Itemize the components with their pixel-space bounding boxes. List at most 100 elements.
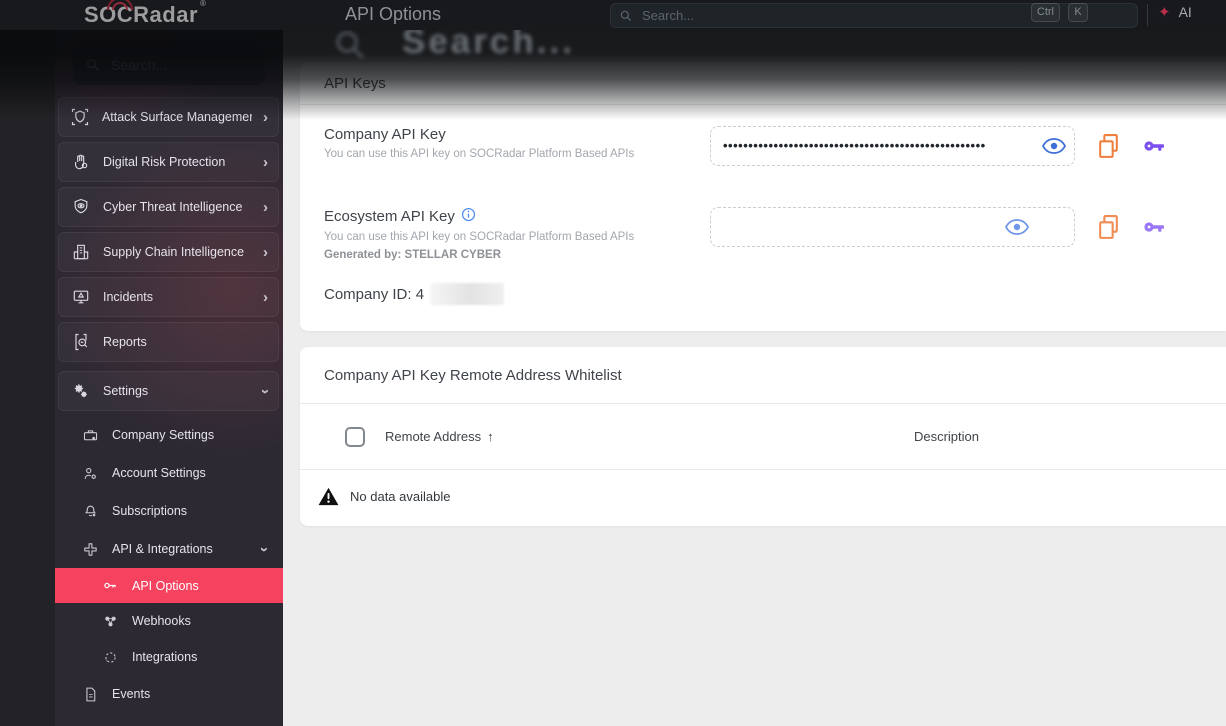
sidebar-item-label: Attack Surface Management [101,110,252,124]
key-icon [99,577,121,594]
generated-by-label: Generated by: STELLAR CYBER [324,249,501,261]
hand-icon [70,152,92,172]
sidebar-item-label: Reports [103,335,147,349]
reveal-eye-icon[interactable] [1004,218,1030,237]
chevron-down-icon: › [256,546,273,552]
chevron-right-icon: › [263,243,268,261]
main-content: API Keys Company API Key You can use thi… [283,0,1226,726]
sidebar-item-label: API & Integrations [112,542,213,556]
chevron-right-icon: › [263,288,268,306]
remote-address-column-header[interactable]: Remote Address ↑ [385,429,494,444]
sync-circle-icon [99,649,121,666]
shield-target-icon [70,107,91,127]
sidebar-item-label: Subscriptions [112,504,188,518]
key-action-icon[interactable] [1142,215,1168,239]
chevron-right-icon: › [263,153,268,171]
empty-state-row: No data available [300,470,1226,526]
sidebar-search-placeholder: Search... [111,57,168,73]
company-api-key-description: You can use this API key on SOCRadar Pla… [324,148,635,160]
copy-icon[interactable] [1096,133,1121,160]
key-action-icon[interactable] [1142,134,1168,158]
ecosystem-api-key-label: Ecosystem API Key [324,208,455,225]
api-keys-card: API Keys Company API Key You can use thi… [300,62,1226,331]
sidebar-item-label: Supply Chain Intelligence [103,245,245,259]
sidebar-item-reports[interactable]: Reports [58,322,279,362]
api-keys-card-title: API Keys [300,62,1226,105]
description-column-header: Description [913,429,979,444]
company-api-key-row: Company API Key You can use this API key… [300,105,1226,181]
sidebar-item-label: Events [112,687,151,701]
whitelist-card-title: Company API Key Remote Address Whitelist [300,347,1226,404]
sidebar-item-subscriptions[interactable]: Subscriptions [58,492,279,530]
search-icon [620,10,632,21]
sidebar-nav: Attack Surface Management › Digital Risk… [55,97,283,713]
search-icon [87,59,99,71]
redacted-company-id [430,283,505,305]
whitelist-card: Company API Key Remote Address Whitelist… [300,347,1226,526]
company-api-key-field[interactable]: ••••••••••••••••••••••••••••••••••••••••… [710,126,1075,166]
sidebar-item-settings[interactable]: Settings › [58,371,279,411]
sidebar-item-label: Integrations [132,650,198,664]
sidebar-item-cyber-threat-intelligence[interactable]: Cyber Threat Intelligence › [58,187,279,227]
chevron-right-icon: › [263,108,268,126]
sidebar-item-api-integrations[interactable]: API & Integrations › [58,530,279,568]
plus-cross-icon [79,541,101,558]
sidebar-item-account-settings[interactable]: Account Settings [58,454,279,492]
gears-icon [70,381,92,401]
socradar-logo[interactable]: SOCRadar ® [84,0,207,28]
warning-triangle-icon [318,487,339,506]
sidebar-item-label: Webhooks [132,614,191,628]
building-icon [70,242,92,262]
ecosystem-api-key-description: You can use this API key on SOCRadar Pla… [324,231,635,243]
report-chart-icon [70,332,92,352]
sidebar-item-label: Account Settings [112,466,206,480]
registered-mark: ® [200,0,207,8]
sidebar-item-incidents[interactable]: Incidents › [58,277,279,317]
copy-icon[interactable] [1096,214,1121,241]
chevron-right-icon: › [263,198,268,216]
chevron-down-icon: › [257,388,274,394]
ecosystem-api-key-row: Ecosystem API Key You can use this API k… [300,181,1226,271]
sidebar-item-attack-surface-management[interactable]: Attack Surface Management › [58,97,279,137]
sidebar-item-label: Settings [103,384,149,398]
user-gear-icon [79,465,101,482]
company-id-row: Company ID: 4 [300,271,1226,331]
empty-state-text: No data available [350,489,451,504]
sidebar-item-label: Company Settings [112,428,215,442]
ai-button-label: AI [1178,4,1192,20]
header-separator [1147,4,1148,26]
sidebar-item-label: Cyber Threat Intelligence [103,200,243,214]
masked-api-key-value: ••••••••••••••••••••••••••••••••••••••••… [723,137,986,153]
file-icon [79,686,101,703]
webhook-icon [99,613,121,630]
page-title: API Options [345,4,442,24]
global-search-placeholder: Search... [642,8,695,23]
sidebar-item-integrations[interactable]: Integrations [58,639,279,675]
radar-arcs-icon [107,0,133,11]
sidebar-search-input[interactable]: Search... [72,44,266,86]
sidebar-item-api-options[interactable]: API Options [55,568,283,603]
sidebar-item-events[interactable]: Events [58,675,279,713]
sidebar-item-webhooks[interactable]: Webhooks [58,603,279,639]
sidebar-item-company-settings[interactable]: Company Settings [58,416,279,454]
info-icon[interactable] [461,207,476,226]
company-api-key-label: Company API Key [324,126,446,143]
ecosystem-api-key-field[interactable] [710,207,1075,247]
sparkle-icon: ✦ [1158,4,1171,21]
sidebar-item-digital-risk-protection[interactable]: Digital Risk Protection › [58,142,279,182]
reveal-eye-icon[interactable] [1041,137,1067,156]
top-header: SOCRadar ® API Options Search... Ctrl K ✦… [0,0,1226,30]
sidebar-item-supply-chain-intelligence[interactable]: Supply Chain Intelligence › [58,232,279,272]
briefcase-gear-icon [79,427,101,444]
ai-assistant-button[interactable]: ✦ AI [1158,3,1192,21]
sidebar-item-label: Incidents [103,290,154,304]
company-id-label: Company ID: 4 [324,285,425,303]
whitelist-table-header: Remote Address ↑ Description [300,404,1226,470]
shield-eye-icon [70,197,92,217]
sidebar: Search... Attack Surface Management › Di… [55,0,283,726]
select-all-checkbox[interactable] [345,426,365,447]
sidebar-item-label: Digital Risk Protection [103,155,226,169]
sort-ascending-icon: ↑ [487,429,494,444]
k-key-badge: K [1068,3,1088,22]
sidebar-item-label: API Options [132,578,199,593]
